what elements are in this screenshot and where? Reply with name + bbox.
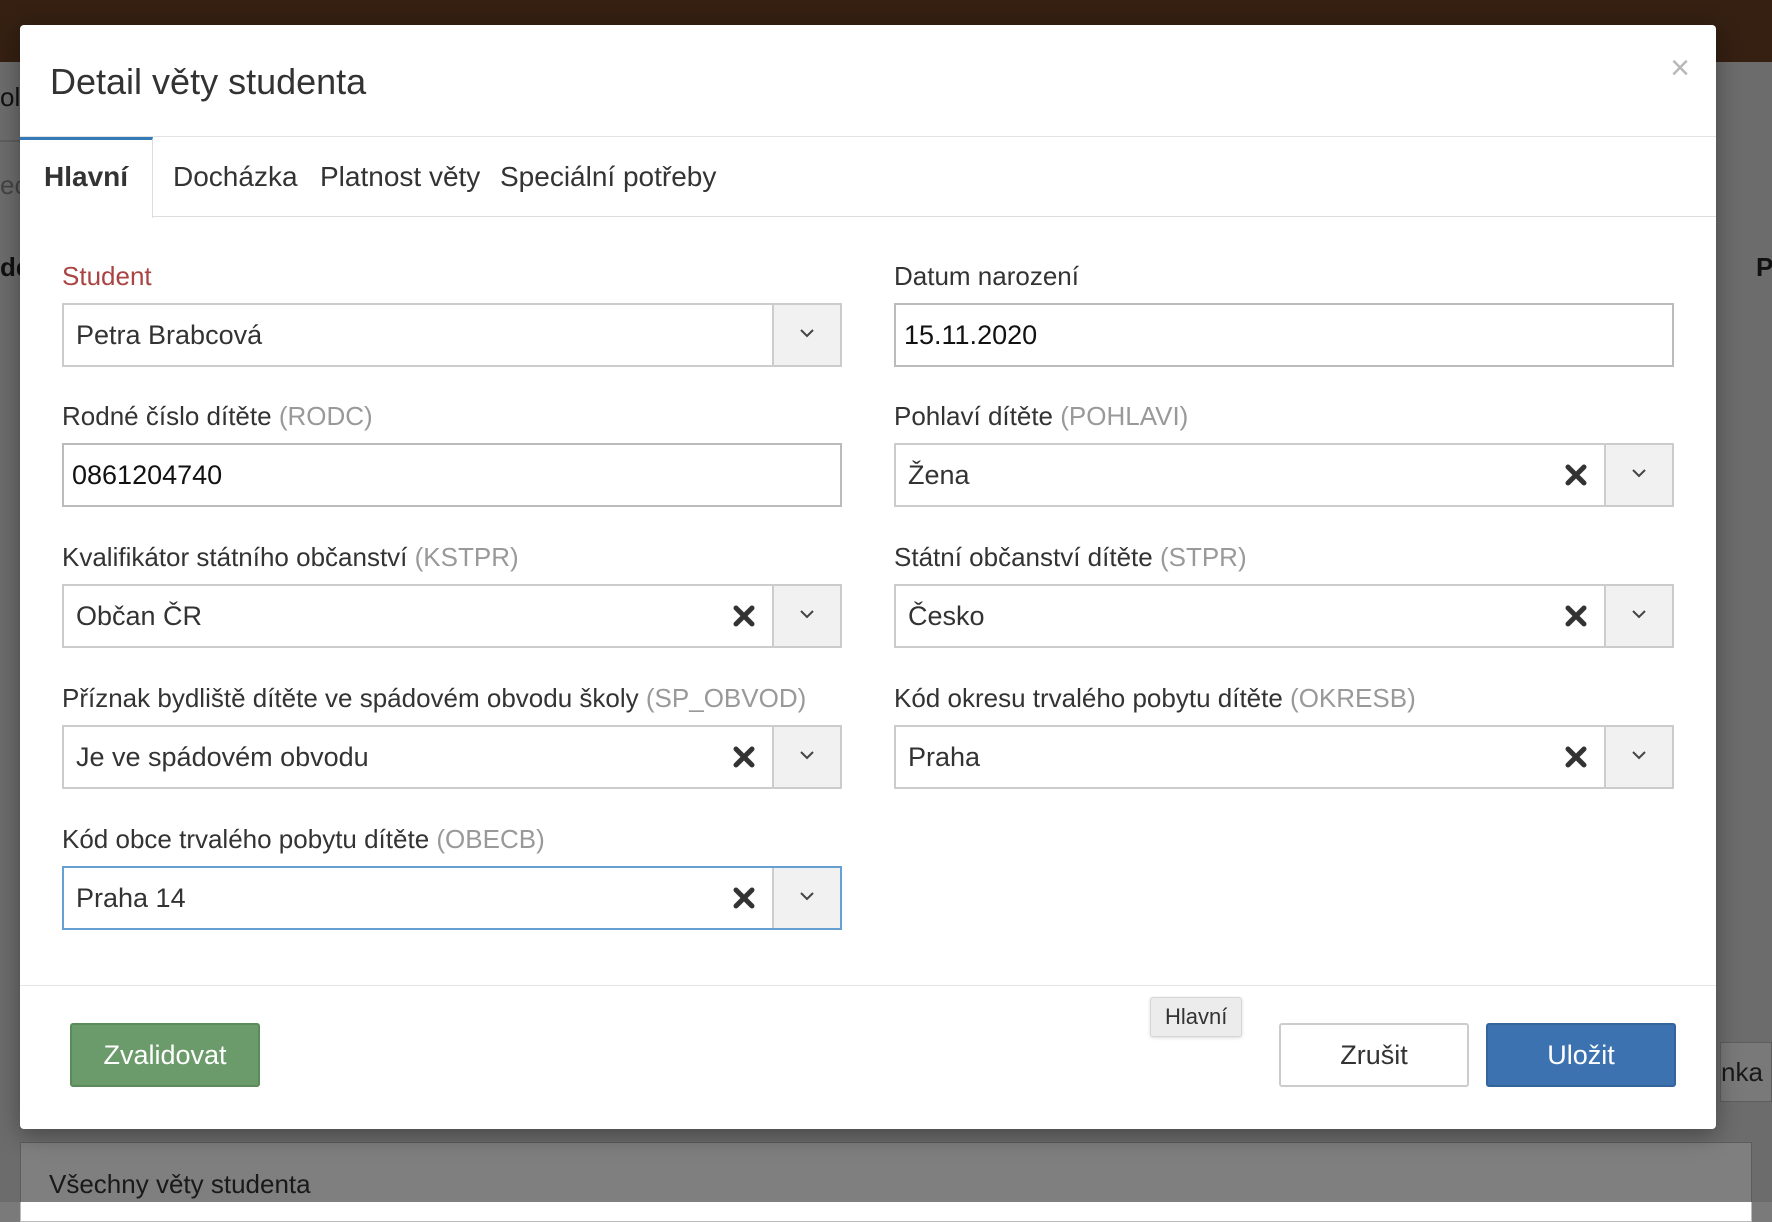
dropdown-toggle[interactable] <box>772 868 840 928</box>
clear-x-icon[interactable] <box>1556 586 1596 646</box>
selected-value: Praha 14 <box>76 883 186 913</box>
tab-specialni-potreby[interactable]: Speciální potřeby <box>476 137 740 217</box>
tab-hlavni[interactable]: Hlavní <box>20 137 154 218</box>
chevron-down-icon <box>800 892 814 901</box>
field-code: (OKRESB) <box>1290 683 1416 713</box>
field-label: Datum narození <box>894 261 1674 297</box>
chevron-down-icon <box>1632 610 1646 619</box>
dropdown-toggle[interactable] <box>772 305 840 365</box>
clear-x-icon[interactable] <box>724 868 764 928</box>
field-label: Státní občanství dítěte (STPR) <box>894 542 1674 578</box>
chevron-down-icon <box>1632 469 1646 478</box>
student-detail-modal: Detail věty studenta × Hlavní Docházka P… <box>20 25 1716 1129</box>
field-label: Kvalifikátor státního občanství (KSTPR) <box>62 542 842 578</box>
field-code: (SP_OBVOD) <box>645 683 807 713</box>
clear-x-icon[interactable] <box>1556 445 1596 505</box>
obecb-field: Kód obce trvalého pobytu dítěte (OBECB) … <box>62 824 842 930</box>
modal-title: Detail věty studenta <box>50 61 367 102</box>
modal-header: Detail věty studenta × <box>20 25 1716 137</box>
field-label: Pohlaví dítěte (POHLAVI) <box>894 401 1674 437</box>
label-text: Kód obce trvalého pobytu dítěte <box>62 824 430 854</box>
selected-value: Praha <box>908 742 981 772</box>
student-field: Student Petra Brabcová <box>62 261 842 367</box>
label-text: Datum narození <box>894 261 1079 291</box>
label-text: Kvalifikátor státního občanství <box>62 542 408 572</box>
dropdown-toggle[interactable] <box>1604 445 1672 505</box>
footer-divider <box>20 985 1716 986</box>
dropdown-toggle[interactable] <box>772 586 840 646</box>
clear-x-icon[interactable] <box>724 586 764 646</box>
birth-date-field: Datum narození <box>894 261 1674 367</box>
field-label: Rodné číslo dítěte (RODC) <box>62 401 842 437</box>
validate-button[interactable]: Zvalidovat <box>70 1023 260 1087</box>
clear-x-icon[interactable] <box>724 727 764 787</box>
student-select[interactable]: Petra Brabcová <box>62 303 842 367</box>
label-text: Kód okresu trvalého pobytu dítěte <box>894 683 1283 713</box>
cancel-button[interactable]: Zrušit <box>1279 1023 1469 1087</box>
label-text: Rodné číslo dítěte <box>62 401 272 431</box>
kstpr-field: Kvalifikátor státního občanství (KSTPR) … <box>62 542 842 648</box>
save-button[interactable]: Uložit <box>1486 1023 1676 1087</box>
pohlavi-select[interactable]: Žena <box>894 443 1674 507</box>
birth-date-input[interactable] <box>894 303 1674 367</box>
label-text: Příznak bydliště dítěte ve spádovém obvo… <box>62 683 639 713</box>
tab-tooltip: Hlavní <box>1150 997 1243 1037</box>
chevron-down-icon <box>1632 751 1646 760</box>
okresb-select[interactable]: Praha <box>894 725 1674 789</box>
tab-platnost-vety[interactable]: Platnost věty <box>296 137 504 217</box>
kstpr-select[interactable]: Občan ČR <box>62 584 842 648</box>
chevron-down-icon <box>800 329 814 338</box>
field-label: Kód okresu trvalého pobytu dítěte (OKRES… <box>894 683 1674 719</box>
birth-date-value[interactable] <box>904 305 1664 365</box>
chevron-down-icon <box>800 751 814 760</box>
label-text: Státní občanství dítěte <box>894 542 1153 572</box>
field-code: (POHLAVI) <box>1060 401 1189 431</box>
tab-bar: Hlavní Docházka Platnost věty Speciální … <box>20 137 1716 218</box>
field-code: (OBECB) <box>436 824 545 854</box>
stpr-select[interactable]: Česko <box>894 584 1674 648</box>
selected-value: Žena <box>908 460 970 490</box>
close-icon[interactable]: × <box>1670 51 1690 85</box>
clear-x-icon[interactable] <box>1556 727 1596 787</box>
sp-obvod-select[interactable]: Je ve spádovém obvodu <box>62 725 842 789</box>
selected-value: Česko <box>908 601 985 631</box>
selected-value: Je ve spádovém obvodu <box>76 742 369 772</box>
field-code: (STPR) <box>1159 542 1247 572</box>
field-code: (RODC) <box>278 401 373 431</box>
rodc-field: Rodné číslo dítěte (RODC) <box>62 401 842 507</box>
rodc-value[interactable] <box>72 445 832 505</box>
chevron-down-icon <box>800 610 814 619</box>
pohlavi-field: Pohlaví dítěte (POHLAVI) Žena <box>894 401 1674 507</box>
sp-obvod-field: Příznak bydliště dítěte ve spádovém obvo… <box>62 683 842 789</box>
obecb-select[interactable]: Praha 14 <box>62 866 842 930</box>
rodc-input[interactable] <box>62 443 842 507</box>
selected-value: Občan ČR <box>76 601 203 631</box>
field-code: (KSTPR) <box>414 542 519 572</box>
stpr-field: Státní občanství dítěte (STPR) Česko <box>894 542 1674 648</box>
field-label: Student <box>62 261 842 297</box>
okresb-field: Kód okresu trvalého pobytu dítěte (OKRES… <box>894 683 1674 789</box>
label-text: Student <box>62 261 152 291</box>
label-text: Pohlaví dítěte <box>894 401 1053 431</box>
selected-value: Petra Brabcová <box>76 320 263 350</box>
field-label: Kód obce trvalého pobytu dítěte (OBECB) <box>62 824 842 860</box>
dropdown-toggle[interactable] <box>1604 586 1672 646</box>
field-label: Příznak bydliště dítěte ve spádovém obvo… <box>62 683 842 719</box>
dropdown-toggle[interactable] <box>1604 727 1672 787</box>
dropdown-toggle[interactable] <box>772 727 840 787</box>
